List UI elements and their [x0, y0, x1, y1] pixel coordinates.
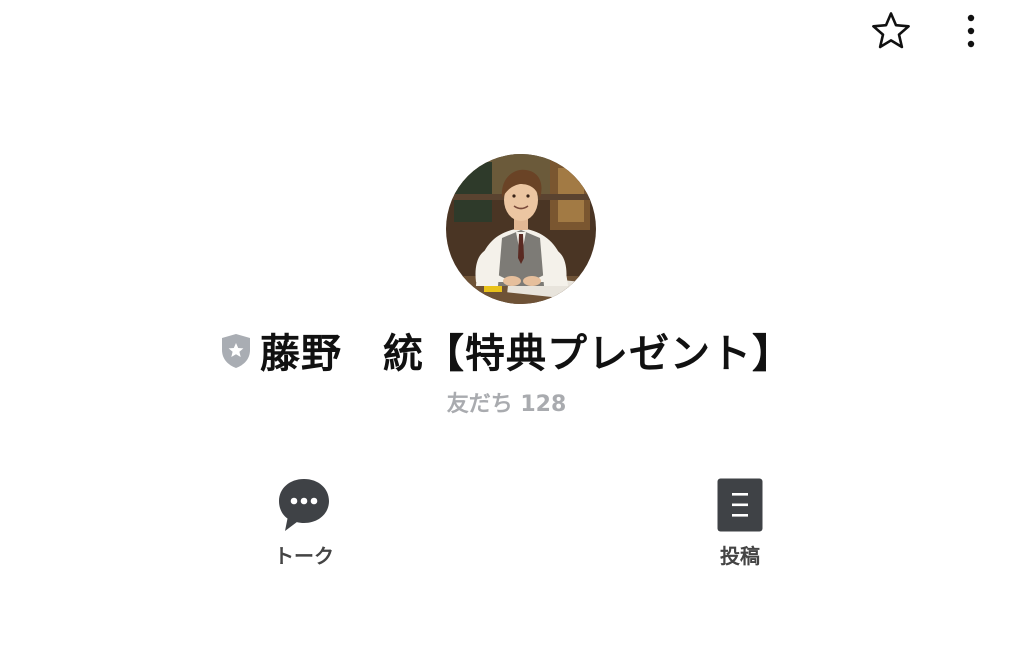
favorite-button[interactable] — [866, 8, 916, 54]
profile-name-row: 藤野 統【特典プレゼント】 — [0, 322, 1013, 378]
profile-photo — [446, 154, 596, 304]
friends-count: 友だち 128 — [446, 392, 567, 417]
chat-bubble-icon — [279, 479, 329, 531]
shield-star-icon — [222, 334, 250, 368]
document-icon — [717, 478, 763, 532]
chat-button[interactable]: トーク — [244, 474, 364, 569]
chat-label: トーク — [274, 544, 334, 568]
posts-label: 投稿 — [720, 544, 760, 568]
posts-button[interactable]: 投稿 — [680, 474, 800, 569]
profile-name: 藤野 統【特典プレゼント】 — [260, 331, 793, 377]
more-options-button[interactable] — [948, 8, 994, 54]
top-bar — [0, 0, 1013, 64]
profile-avatar[interactable] — [446, 154, 596, 304]
vertical-dots-icon — [967, 14, 975, 48]
star-outline-icon — [872, 12, 910, 49]
